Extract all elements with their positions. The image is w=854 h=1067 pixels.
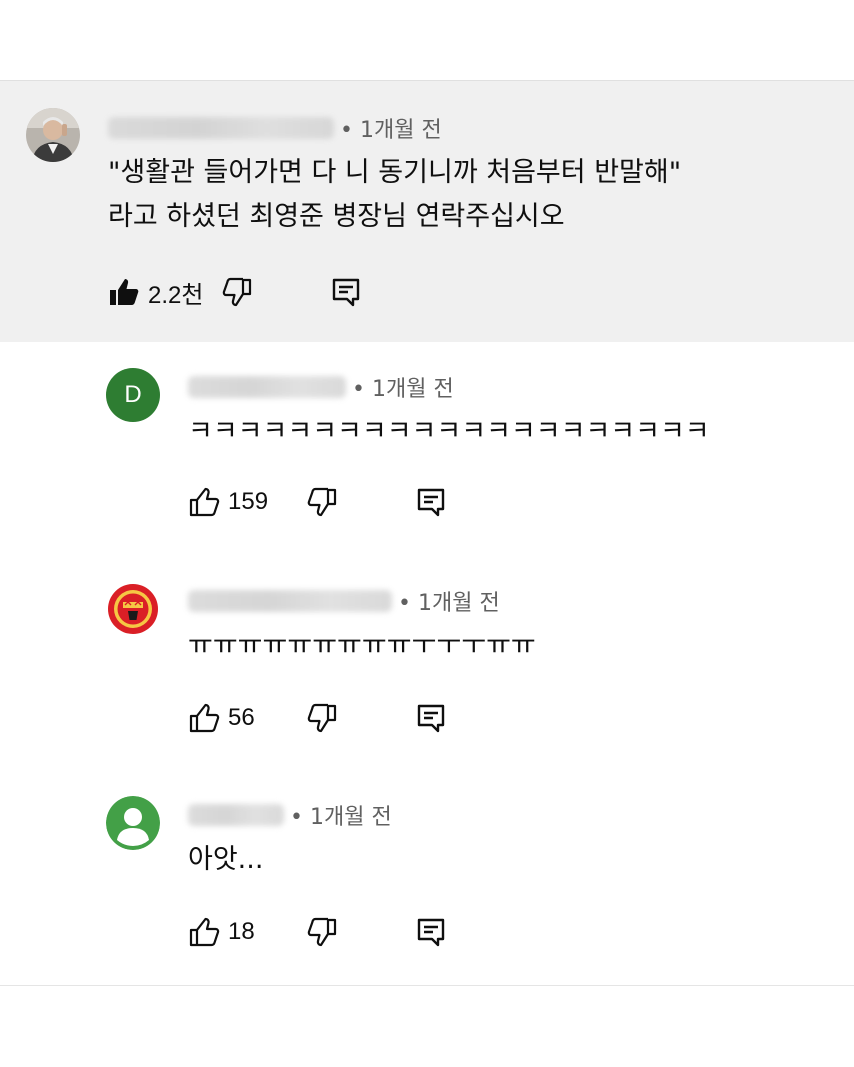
- blurred-username: [188, 590, 392, 612]
- comment-time: • 1개월 전: [398, 591, 500, 616]
- comment-meta: • 1개월 전: [188, 800, 392, 830]
- comment-item: • 1개월 전 아앗... 18: [0, 770, 854, 984]
- comment-item: D • 1개월 전 ㅋㅋㅋㅋㅋㅋㅋㅋㅋㅋㅋㅋㅋㅋㅋㅋㅋㅋㅋㅋㅋ 159: [0, 342, 854, 556]
- comment-text-line-2: 라고 하셨던 최영준 병장님 연락주십시오: [108, 201, 565, 232]
- comment-actions: 2.2천: [108, 274, 362, 310]
- comment-text-line-1: "생활관 들어가면 다 니 동기니까 처음부터 반말해": [108, 157, 682, 188]
- default-person-avatar-icon[interactable]: [106, 796, 160, 850]
- thumbs-down-icon[interactable]: [306, 916, 338, 948]
- comment-meta: • 1개월 전: [188, 372, 454, 402]
- bottom-divider: [0, 985, 854, 986]
- comment-time: • 1개월 전: [290, 805, 392, 830]
- thumbs-down-icon[interactable]: [306, 486, 338, 518]
- reply-comment-icon[interactable]: [415, 702, 447, 734]
- comment-time: • 1개월 전: [340, 118, 442, 143]
- thumbs-up-icon[interactable]: [188, 916, 220, 948]
- thumbs-down-icon[interactable]: [306, 702, 338, 734]
- commenter-avatar-photo[interactable]: [26, 108, 80, 162]
- comment-actions: 159: [188, 484, 447, 520]
- like-count: 56: [228, 704, 255, 731]
- comment-meta: • 1개월 전: [108, 113, 442, 143]
- reply-comment-icon[interactable]: [415, 486, 447, 518]
- comment-meta: • 1개월 전: [188, 586, 500, 616]
- blurred-username: [188, 376, 346, 398]
- blurred-username: [188, 804, 284, 826]
- comment-time: • 1개월 전: [352, 377, 454, 402]
- reply-comment-icon[interactable]: [330, 276, 362, 308]
- manchester-united-crest-icon[interactable]: [106, 582, 160, 636]
- like-count: 18: [228, 918, 255, 945]
- comment-text: ㅠㅠㅠㅠㅠㅠㅠㅠㅠㅜㅜㅜㅠㅠ: [188, 630, 536, 661]
- blurred-username: [108, 117, 334, 139]
- thumbs-down-icon[interactable]: [221, 276, 253, 308]
- comment-item: • 1개월 전 ㅠㅠㅠㅠㅠㅠㅠㅠㅠㅜㅜㅜㅠㅠ 56: [0, 556, 854, 770]
- thumbs-up-icon[interactable]: [188, 702, 220, 734]
- comment-actions: 56: [188, 700, 447, 736]
- highlighted-comment: • 1개월 전 "생활관 들어가면 다 니 동기니까 처음부터 반말해" 라고 …: [0, 81, 854, 342]
- like-count: 159: [228, 488, 269, 515]
- thumbs-up-icon[interactable]: [188, 486, 220, 518]
- comment-actions: 18: [188, 914, 447, 950]
- commenter-avatar-letter[interactable]: D: [106, 368, 160, 422]
- thumbs-up-filled-icon[interactable]: [108, 276, 140, 308]
- reply-comment-icon[interactable]: [415, 916, 447, 948]
- comment-text: 아앗...: [188, 844, 264, 875]
- comment-text: ㅋㅋㅋㅋㅋㅋㅋㅋㅋㅋㅋㅋㅋㅋㅋㅋㅋㅋㅋㅋㅋ: [188, 416, 710, 447]
- like-count: 2.2천: [148, 281, 204, 309]
